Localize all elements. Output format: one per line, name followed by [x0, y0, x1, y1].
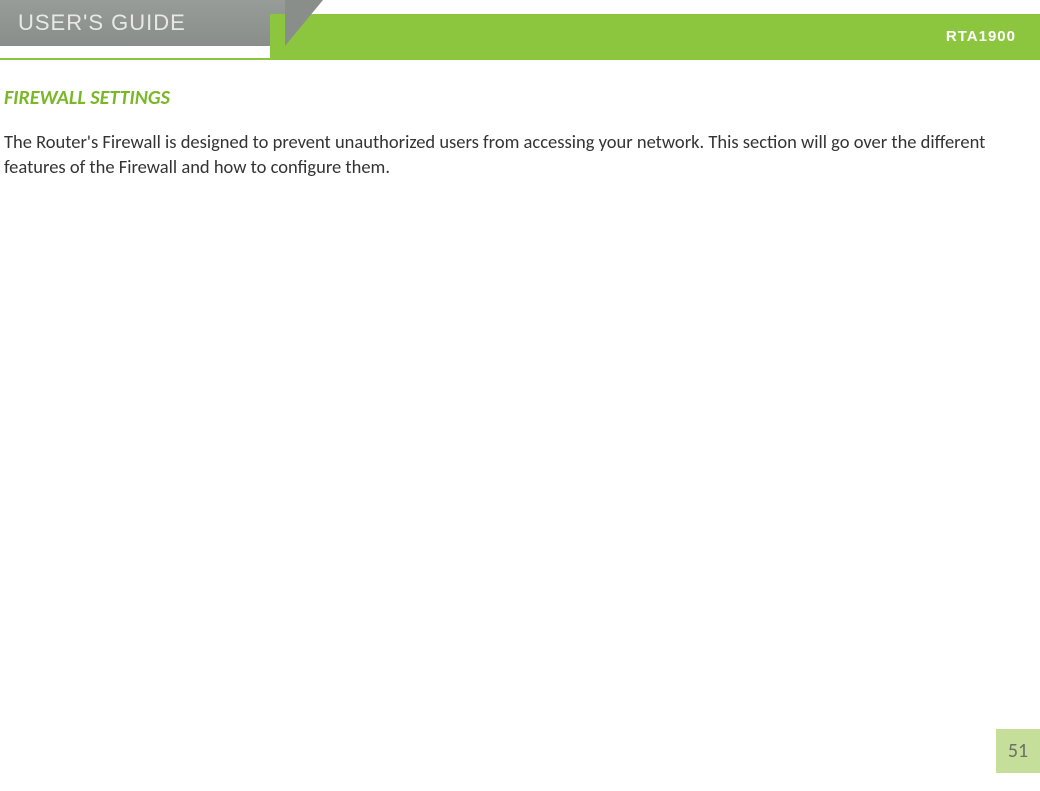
page-content: FIREWALL SETTINGS The Router's Firewall … — [0, 58, 1040, 180]
header-green-panel: RTA1900 — [270, 14, 1040, 58]
model-label: RTA1900 — [946, 28, 1016, 45]
header-underline — [0, 58, 1040, 60]
header-angle-divider — [285, 0, 323, 46]
header-grey-panel: USER'S GUIDE — [0, 0, 285, 46]
page-number-box: 51 — [996, 729, 1040, 773]
document-header: USER'S GUIDE RTA1900 — [0, 0, 1040, 58]
section-body: The Router's Firewall is designed to pre… — [4, 130, 1036, 180]
guide-label: USER'S GUIDE — [18, 10, 186, 36]
section-title: FIREWALL SETTINGS — [4, 86, 1036, 110]
page-number: 51 — [1008, 739, 1028, 763]
